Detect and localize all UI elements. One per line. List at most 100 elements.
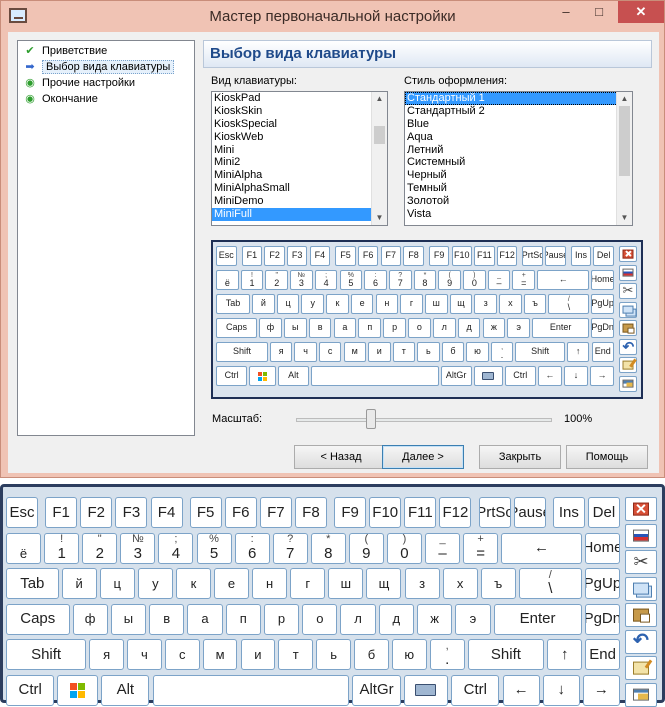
key-arrow-right[interactable]: →: [582, 674, 620, 706]
key-letter[interactable]: б: [354, 639, 389, 670]
key-end[interactable]: End: [585, 639, 620, 670]
key-f12[interactable]: F12: [439, 497, 472, 528]
help-button[interactable]: Помощь: [566, 445, 648, 469]
key-f11[interactable]: F11: [404, 497, 437, 528]
key-f8[interactable]: F8: [294, 497, 327, 528]
key-letter[interactable]: л: [340, 603, 376, 635]
key-altgr[interactable]: AltGr: [352, 674, 401, 706]
key-0[interactable]: ) 0: [463, 270, 486, 290]
list-item[interactable]: KioskSpecial: [212, 118, 387, 131]
key-ins[interactable]: Ins: [570, 246, 592, 266]
key-enter[interactable]: Enter: [532, 318, 590, 338]
list-item[interactable]: Летний: [405, 144, 632, 157]
key-letter[interactable]: й: [252, 294, 275, 314]
key-letter[interactable]: п: [358, 318, 382, 338]
list-item[interactable]: MiniAlpha: [212, 169, 387, 182]
key-arrow-up[interactable]: ↑: [547, 639, 583, 670]
key-4[interactable]: ; 4: [158, 532, 194, 564]
scroll-up-arrow-icon[interactable]: ▲: [617, 92, 632, 106]
key-esc[interactable]: Esc: [6, 497, 39, 528]
key-pgdn[interactable]: PgDn: [591, 318, 614, 338]
key-letter[interactable]: ъ: [523, 294, 547, 314]
list-item[interactable]: KioskWeb: [212, 131, 387, 144]
key-f10[interactable]: F10: [451, 246, 473, 266]
key-del[interactable]: Del: [593, 246, 614, 266]
scroll-down-arrow-icon[interactable]: ▼: [372, 211, 387, 225]
key-char[interactable]: + =: [463, 532, 499, 564]
key-letter[interactable]: я: [269, 342, 293, 362]
key-letter[interactable]: й: [61, 568, 97, 599]
key-letter[interactable]: ь: [417, 342, 440, 362]
list-item[interactable]: Aqua: [405, 131, 632, 144]
key-letter[interactable]: ю: [466, 342, 489, 362]
list-item[interactable]: MiniFull: [212, 208, 387, 221]
key-f11[interactable]: F11: [474, 246, 495, 266]
key-9[interactable]: (9: [438, 270, 461, 290]
key-letter[interactable]: л: [432, 318, 456, 338]
scroll-thumb[interactable]: [374, 126, 385, 144]
key-letter[interactable]: ъ: [480, 568, 516, 599]
key-letter[interactable]: ы: [283, 318, 307, 338]
key-letter[interactable]: т: [278, 639, 314, 670]
key-letter[interactable]: з: [404, 568, 440, 599]
key-f4[interactable]: F4: [309, 246, 331, 266]
key-letter[interactable]: р: [383, 318, 406, 338]
key-letter[interactable]: ц: [99, 568, 135, 599]
key-letter[interactable]: ш: [424, 294, 448, 314]
key-enter[interactable]: Enter: [493, 603, 582, 635]
key-letter[interactable]: у: [301, 294, 325, 314]
key-alt[interactable]: Alt: [101, 674, 150, 706]
scale-slider-track[interactable]: [296, 418, 552, 422]
key-letter[interactable]: д: [378, 603, 414, 635]
key-f9[interactable]: F9: [334, 497, 367, 528]
key-letter[interactable]: г: [400, 294, 423, 314]
key-arrow-left[interactable]: ←: [537, 366, 562, 386]
properties-button[interactable]: [619, 375, 637, 392]
list-item[interactable]: Mini: [212, 144, 387, 157]
key-char[interactable]: ,.: [429, 639, 465, 670]
undo-button[interactable]: ↶: [619, 338, 637, 355]
key-letter[interactable]: д: [457, 318, 481, 338]
key-8[interactable]: * 8: [310, 532, 346, 564]
key-4[interactable]: ; 4: [314, 270, 338, 290]
list-item[interactable]: Blue: [405, 118, 632, 131]
key-shift[interactable]: Shift: [515, 342, 565, 362]
key-letter[interactable]: в: [149, 603, 185, 635]
key-home[interactable]: Home: [584, 532, 620, 564]
key-2[interactable]: " 2: [265, 270, 289, 290]
key-7[interactable]: ? 7: [272, 532, 308, 564]
key-letter[interactable]: я: [89, 639, 124, 670]
key-8[interactable]: * 8: [413, 270, 437, 290]
key-caps[interactable]: Caps: [216, 318, 258, 338]
key-shift[interactable]: Shift: [216, 342, 268, 362]
key-letter[interactable]: а: [187, 603, 223, 635]
key-char[interactable]: / \: [548, 294, 590, 314]
key-1[interactable]: ! 1: [44, 532, 80, 564]
key-f7[interactable]: F7: [259, 497, 292, 528]
key-esc[interactable]: Esc: [216, 246, 237, 266]
key-letter[interactable]: ё: [216, 270, 239, 290]
key-letter[interactable]: н: [375, 294, 399, 314]
list-item[interactable]: KioskPad: [212, 92, 387, 105]
close-button[interactable]: [619, 246, 637, 262]
key-letter[interactable]: о: [302, 603, 338, 635]
key-letter[interactable]: ф: [72, 603, 108, 635]
key-f2[interactable]: F2: [264, 246, 285, 266]
key-f4[interactable]: F4: [150, 497, 183, 528]
key-letter[interactable]: в: [308, 318, 332, 338]
key-letter[interactable]: и: [240, 639, 276, 670]
style-scrollbar[interactable]: ▲ ▼: [616, 92, 632, 225]
list-item[interactable]: Стандартный 2: [405, 105, 632, 118]
key-letter[interactable]: с: [164, 639, 200, 670]
key-letter[interactable]: ч: [294, 342, 317, 362]
key-3[interactable]: № 3: [120, 532, 156, 564]
key-letter[interactable]: ф: [259, 318, 282, 338]
key-3[interactable]: № 3: [290, 270, 313, 290]
key-pgup[interactable]: PgUp: [584, 568, 620, 599]
list-item[interactable]: MiniDemo: [212, 195, 387, 208]
list-item[interactable]: Темный: [405, 182, 632, 195]
windows-logo-key[interactable]: [249, 366, 276, 386]
key-f9[interactable]: F9: [428, 246, 450, 266]
list-item[interactable]: KioskSkin: [212, 105, 387, 118]
key-letter[interactable]: ж: [417, 603, 453, 635]
